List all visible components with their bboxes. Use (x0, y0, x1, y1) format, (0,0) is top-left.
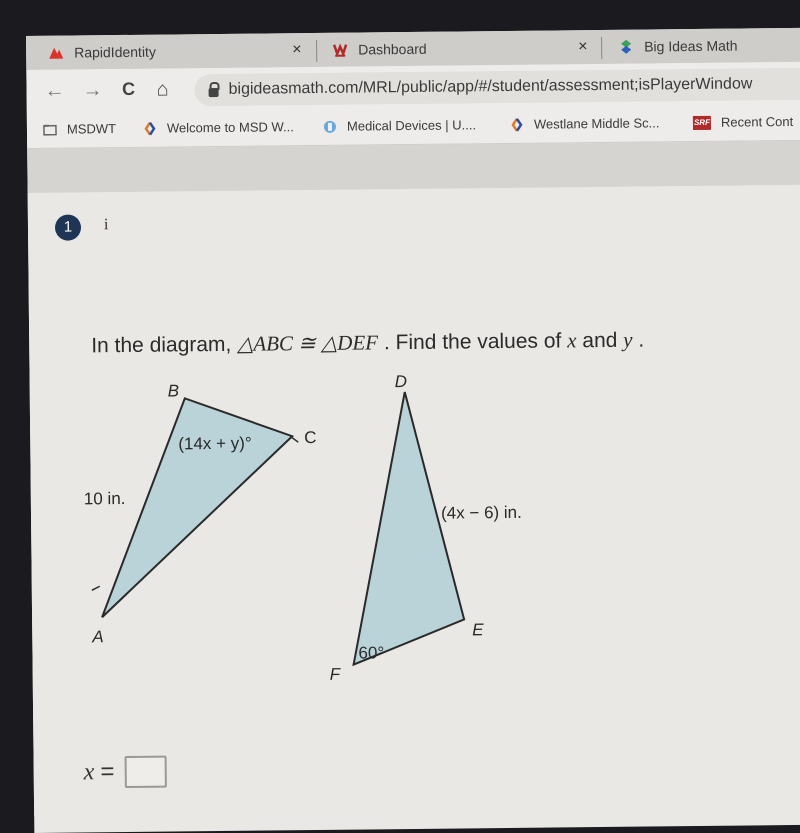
close-tab-icon[interactable]: × (292, 41, 302, 59)
vertex-label-f: F (330, 665, 342, 684)
bookmark-label: Medical Devices | U.... (346, 117, 477, 134)
tab-title: Dashboard (358, 40, 427, 58)
big-ideas-math-logo-icon (621, 39, 632, 54)
lock-icon (208, 87, 219, 97)
msd-logo-icon (144, 121, 156, 135)
bookmark-recent-cont[interactable]: SRF Recent Cont (692, 113, 794, 130)
vertex-label-c: C (304, 428, 316, 447)
vertex-label-e: E (472, 620, 484, 639)
tab-divider (601, 36, 603, 59)
answer-row-x: x = (83, 755, 167, 789)
angle-b-measure: (14x + y)° (178, 434, 252, 454)
bookmark-medical-devices[interactable]: Medical Devices | U.... (323, 117, 476, 134)
close-tab-icon[interactable]: × (578, 38, 588, 56)
bookmark-label: MSDWT (66, 121, 117, 137)
tab-title: Big Ideas Math (644, 37, 738, 55)
dashboard-logo-icon (332, 43, 348, 58)
bookmark-welcome-msd[interactable]: Welcome to MSD W... (143, 119, 294, 136)
vertex-label-d: D (395, 372, 407, 391)
url-text[interactable]: bigideasmath.com/MRL/public/app/#/studen… (228, 75, 752, 98)
bookmark-msdwt[interactable]: MSDWT (43, 121, 116, 137)
answer-x-input[interactable] (124, 755, 167, 789)
bookmark-label: Westlane Middle Sc... (533, 115, 660, 132)
equals-sign: = (100, 758, 115, 786)
tab-big-ideas-math[interactable]: Big Ideas Math (618, 28, 800, 64)
address-bar[interactable]: bigideasmath.com/MRL/public/app/#/studen… (194, 67, 800, 107)
reload-button[interactable]: C (116, 79, 140, 100)
tab-dashboard[interactable]: Dashboard × (332, 30, 592, 67)
tick-mark (91, 585, 101, 592)
answer-variable: x (83, 758, 95, 785)
tab-divider (316, 39, 318, 62)
vertex-label-b: B (168, 381, 180, 400)
folder-icon (43, 124, 57, 136)
home-button[interactable]: ⌂ (150, 78, 174, 101)
side-de-length: (4x − 6) in. (441, 503, 522, 523)
angle-marker (289, 435, 299, 443)
tab-rapididentity[interactable]: RapidIdentity × (48, 33, 308, 70)
triangle-abc (101, 397, 295, 618)
congruent-triangles-diagram: A B C 10 in. (14x + y)° D E F (4x − 6) i… (84, 372, 522, 684)
medical-devices-icon (323, 120, 336, 133)
browser-window: RapidIdentity × Dashboard × Big Ideas Ma… (26, 27, 800, 833)
bookmark-westlane[interactable]: Westlane Middle Sc... (510, 115, 660, 132)
srf-logo-icon: SRF (692, 115, 712, 130)
back-button[interactable]: ← (42, 80, 66, 103)
rapididentity-logo-icon (49, 47, 64, 59)
bookmark-label: Recent Cont (720, 113, 794, 130)
bookmark-label: Welcome to MSD W... (166, 119, 294, 136)
triangle-def (352, 391, 466, 667)
angle-f-measure: 60° (358, 643, 384, 662)
tab-title: RapidIdentity (74, 43, 156, 61)
assessment-content: 1 i In the diagram, △ABC ≅ △DEF . Find t… (27, 184, 800, 833)
vertex-label-a: A (91, 627, 104, 646)
msd-logo-icon (511, 117, 523, 132)
side-ab-length: 10 in. (84, 489, 126, 508)
forward-button[interactable]: → (80, 79, 104, 102)
